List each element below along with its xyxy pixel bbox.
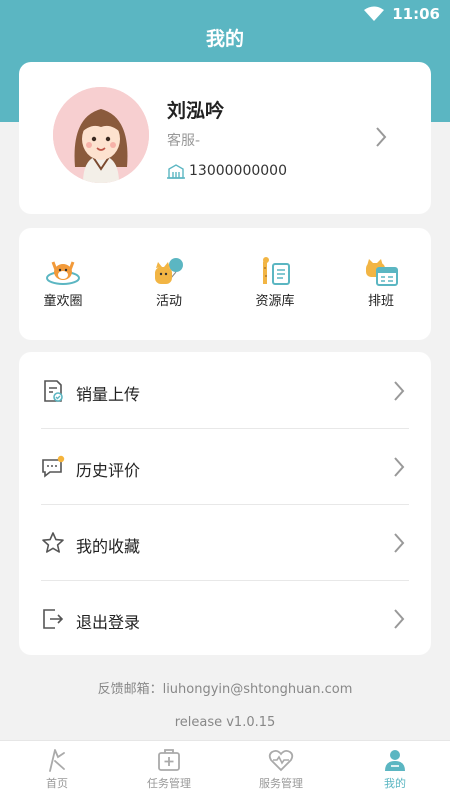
menu-item-label: 历史评价 <box>76 461 141 480</box>
user-role: 客服- <box>167 133 201 149</box>
chevron-right-icon[interactable] <box>375 126 387 148</box>
menu-item-label: 退出登录 <box>76 613 141 632</box>
star-icon <box>42 532 64 553</box>
status-time: 11:06 <box>392 5 440 23</box>
user-name: 刘泓吟 <box>167 100 225 122</box>
giraffe-book-icon <box>263 257 290 285</box>
quick-actions-card: 童欢圈 活动 资源库 排班 <box>19 228 431 340</box>
comment-icon <box>42 455 65 478</box>
quick-action-label: 资源库 <box>255 294 295 309</box>
menu-item-label: 我的收藏 <box>76 537 141 556</box>
app-version: release v1.0.15 <box>174 715 276 730</box>
phone-row: 13000000000 <box>167 163 287 179</box>
menu-item-history-reviews[interactable]: 历史评价 <box>41 429 409 504</box>
quick-action-label: 活动 <box>155 294 182 309</box>
upload-document-icon <box>44 380 63 402</box>
profile-card[interactable]: 刘泓吟 客服- 13000000000 <box>19 62 431 214</box>
feedback-email: 反馈邮箱：liuhongyin@shtonghuan.com <box>97 682 353 697</box>
service-heart-icon <box>268 749 294 772</box>
chevron-right-icon <box>394 609 405 629</box>
building-icon <box>167 164 185 179</box>
tab-task-management[interactable]: 任务管理 <box>124 747 214 791</box>
wifi-icon <box>364 6 385 21</box>
avatar[interactable] <box>53 87 149 183</box>
quick-action-label: 童欢圈 <box>43 294 83 309</box>
quick-action-tonghuanquan[interactable]: 童欢圈 <box>23 256 103 309</box>
chevron-right-icon <box>394 381 405 401</box>
cat-balloon-icon <box>155 258 183 284</box>
avatar-girl-icon <box>53 87 149 183</box>
menu-item-favorites[interactable]: 我的收藏 <box>41 505 409 580</box>
profile-icon <box>385 750 405 771</box>
tab-label: 服务管理 <box>259 777 303 790</box>
fox-circle-icon <box>46 261 80 285</box>
home-icon <box>49 749 65 772</box>
menu-item-logout[interactable]: 退出登录 <box>41 581 409 656</box>
cat-calendar-icon <box>366 259 398 286</box>
chevron-right-icon <box>394 457 405 477</box>
quick-action-label: 排班 <box>367 294 394 309</box>
quick-action-schedule[interactable]: 排班 <box>341 256 421 309</box>
status-bar: 11:06 <box>364 5 440 23</box>
tab-bar: 首页 任务管理 服务管理 我的 <box>0 740 450 801</box>
tab-label: 首页 <box>46 777 68 790</box>
menu-card: 销量上传 历史评价 我的收藏 退出登录 <box>19 352 431 655</box>
chevron-right-icon <box>394 533 405 553</box>
quick-action-resources[interactable]: 资源库 <box>235 256 315 309</box>
tab-label: 任务管理 <box>147 777 191 790</box>
user-phone: 13000000000 <box>189 163 287 179</box>
menu-item-sales-upload[interactable]: 销量上传 <box>41 353 409 428</box>
logout-icon <box>43 609 64 629</box>
task-icon <box>158 749 180 771</box>
page-title: 我的 <box>205 28 244 50</box>
tab-home[interactable]: 首页 <box>12 747 102 791</box>
quick-action-activity[interactable]: 活动 <box>129 256 209 309</box>
menu-item-label: 销量上传 <box>76 385 141 404</box>
tab-service-management[interactable]: 服务管理 <box>236 747 326 791</box>
tab-label: 我的 <box>384 777 406 790</box>
tab-mine[interactable]: 我的 <box>350 747 440 791</box>
